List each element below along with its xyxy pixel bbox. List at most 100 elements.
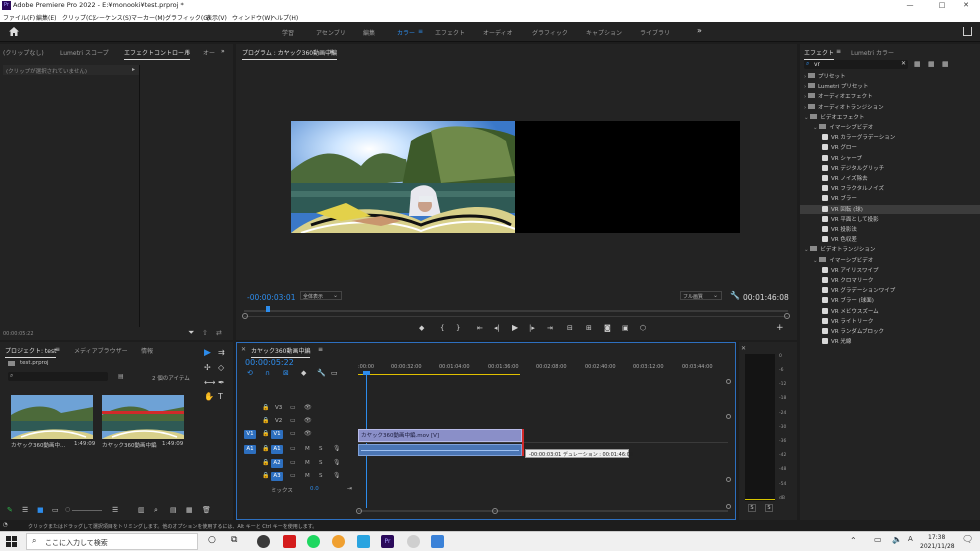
sync-lock-icon[interactable]: ▭ [290,430,296,437]
mix-value[interactable]: 0.0 [310,486,319,492]
solo-button[interactable]: S [319,446,323,452]
tab-media-browser[interactable]: メディアブラウザー [74,346,128,355]
effect-item[interactable]: VR ランダムブロック [822,327,976,336]
eye-icon[interactable]: 👁 [304,417,312,424]
vertical-scroll-handle[interactable] [726,414,731,419]
solo-button[interactable]: S [319,460,323,466]
play-button[interactable]: ▶ [512,323,518,332]
lock-icon[interactable]: 🔒 [262,459,269,466]
tab-project[interactable]: プロジェクト: test [5,346,57,358]
effect-item[interactable]: VR 回転 (球) [800,204,980,214]
tray-arrow-icon[interactable]: ⌃ [850,536,857,545]
menu-window[interactable]: ウィンドウ(W) [232,13,273,22]
workspace-learn[interactable]: 学習 [282,28,294,37]
effect-item[interactable]: VR 平面として投影 [822,215,976,224]
zoom-slider[interactable] [72,510,102,511]
tab-lumetri-color[interactable]: Lumetri カラー [851,48,894,57]
32bit-effects-icon[interactable]: ▦ [928,60,935,68]
minimize-button[interactable]: — [896,0,924,11]
effects-folder[interactable]: ⌄ ビデオエフェクト [804,113,976,122]
source-patch-v1[interactable]: V1 [244,430,256,439]
extract-icon[interactable]: ⊞ [586,324,592,332]
cortana-icon[interactable]: ○ [208,535,216,545]
effect-item[interactable]: VR 光線 [822,337,976,346]
mute-button[interactable]: M [305,460,310,466]
freeform-view-icon[interactable]: ▭ [52,506,59,514]
sync-lock-icon[interactable]: ▭ [290,459,296,466]
menu-help[interactable]: ヘルプ(H) [271,13,298,22]
app-icon-obs[interactable] [257,535,270,548]
captions-icon[interactable]: ▭ [331,369,338,377]
add-marker-icon[interactable]: ◆ [419,324,424,332]
wrench-icon[interactable]: 🔧 [730,291,740,300]
vr-toggle-icon[interactable]: ⬡ [640,324,646,332]
vertical-scroll-handle[interactable] [726,379,731,384]
project-item-thumbnail[interactable] [11,395,93,439]
ime-icon[interactable]: A [908,535,913,543]
monitor-playhead[interactable] [266,306,270,312]
effect-item[interactable]: VR フラクタルノイズ [822,184,976,193]
new-item-icon[interactable]: ▦ [186,506,193,514]
effects-folder[interactable]: ⌄ イマーシブビデオ [813,256,976,265]
app-icon-blue[interactable] [357,535,370,548]
step-back-icon[interactable]: ◂| [494,324,500,332]
effects-search-input[interactable]: ⌕ vr [804,60,908,69]
lock-icon[interactable]: 🔒 [262,445,269,452]
menu-file[interactable]: ファイル(F) [3,13,35,22]
tab-effect-controls[interactable]: エフェクトコントロール [124,48,191,60]
razor-tool-icon[interactable]: ◇ [218,363,224,372]
add-button-icon[interactable]: + [776,323,784,333]
mute-button[interactable]: M [305,473,310,479]
effects-folder[interactable]: › オーディオトランジション [804,103,976,112]
type-tool-icon[interactable]: T [218,392,223,401]
photos-icon[interactable] [431,535,444,548]
close-tab-icon[interactable]: ✕ [741,345,746,352]
playhead-handle[interactable] [363,371,370,375]
lock-icon[interactable]: 🔒 [262,472,269,479]
mix-endpoint-icon[interactable]: ⇥ [347,485,352,492]
close-tab-icon[interactable]: ✕ [241,346,246,353]
automate-icon[interactable]: ▥ [138,506,145,514]
expand-arrow-icon[interactable]: ▸ [132,66,135,73]
microphone-icon[interactable]: 🎙 [333,472,341,479]
track-label-v1[interactable]: V1 [271,430,283,439]
fit-dropdown[interactable]: 全体表示 ⌄ [300,291,342,300]
camera-icon[interactable]: ◙ [604,324,611,332]
tab-info[interactable]: 情報 [141,346,153,355]
zoom-handle-left[interactable] [242,313,248,319]
effect-item[interactable]: VR シャープ [822,154,976,163]
vertical-scroll-handle[interactable] [726,504,731,509]
icon-view-icon[interactable]: ■ [37,506,44,514]
lock-icon[interactable]: 🔒 [262,417,269,424]
lock-icon[interactable]: 🔒 [262,404,269,411]
audio-clip[interactable] [358,444,522,456]
workspace-effects[interactable]: エフェクト [435,28,465,37]
delete-icon[interactable]: 🗑 [202,506,211,514]
effect-item[interactable]: VR カラーグラデーション [822,133,976,142]
menu-graphics[interactable]: グラフィック(G) [165,13,210,22]
effect-item[interactable]: VR ノイズ除去 [822,174,976,183]
go-to-out-icon[interactable]: ⇥ [547,324,553,332]
tab-source[interactable]: (クリップなし) [3,48,44,57]
vertical-scroll-handle[interactable] [726,477,731,482]
workspace-color[interactable]: カラー [397,28,415,37]
playhead-timecode[interactable]: -00:00:03:01 [247,293,295,302]
horizontal-scrollbar[interactable] [358,510,728,512]
chrome-icon[interactable] [407,535,420,548]
timeline-tab[interactable]: カヤック360動画中編 [251,346,311,358]
close-button[interactable]: ✕ [952,0,980,11]
trim-edge-handle[interactable] [522,429,524,456]
effect-item[interactable]: VR 投影法 [822,225,976,234]
export-icon[interactable]: ⇧ [202,329,208,337]
project-search-input[interactable]: ⌕ [8,372,108,381]
sync-lock-icon[interactable]: ▭ [290,404,296,411]
tab-effects[interactable]: エフェクト [804,48,835,60]
effect-item[interactable]: VR ブラー [822,194,976,203]
network-icon[interactable]: ▭ [874,535,882,544]
work-area-bar[interactable] [358,374,520,375]
quality-dropdown[interactable]: フル画質 ⌄ [680,291,722,300]
effects-folder[interactable]: ⌄ ビデオトランジション [804,245,976,254]
nest-icon[interactable]: ⟲ [247,369,253,377]
new-bin-icon[interactable]: ▤ [118,373,124,380]
timeline-timecode[interactable]: 00:00:05:22 [245,358,294,367]
